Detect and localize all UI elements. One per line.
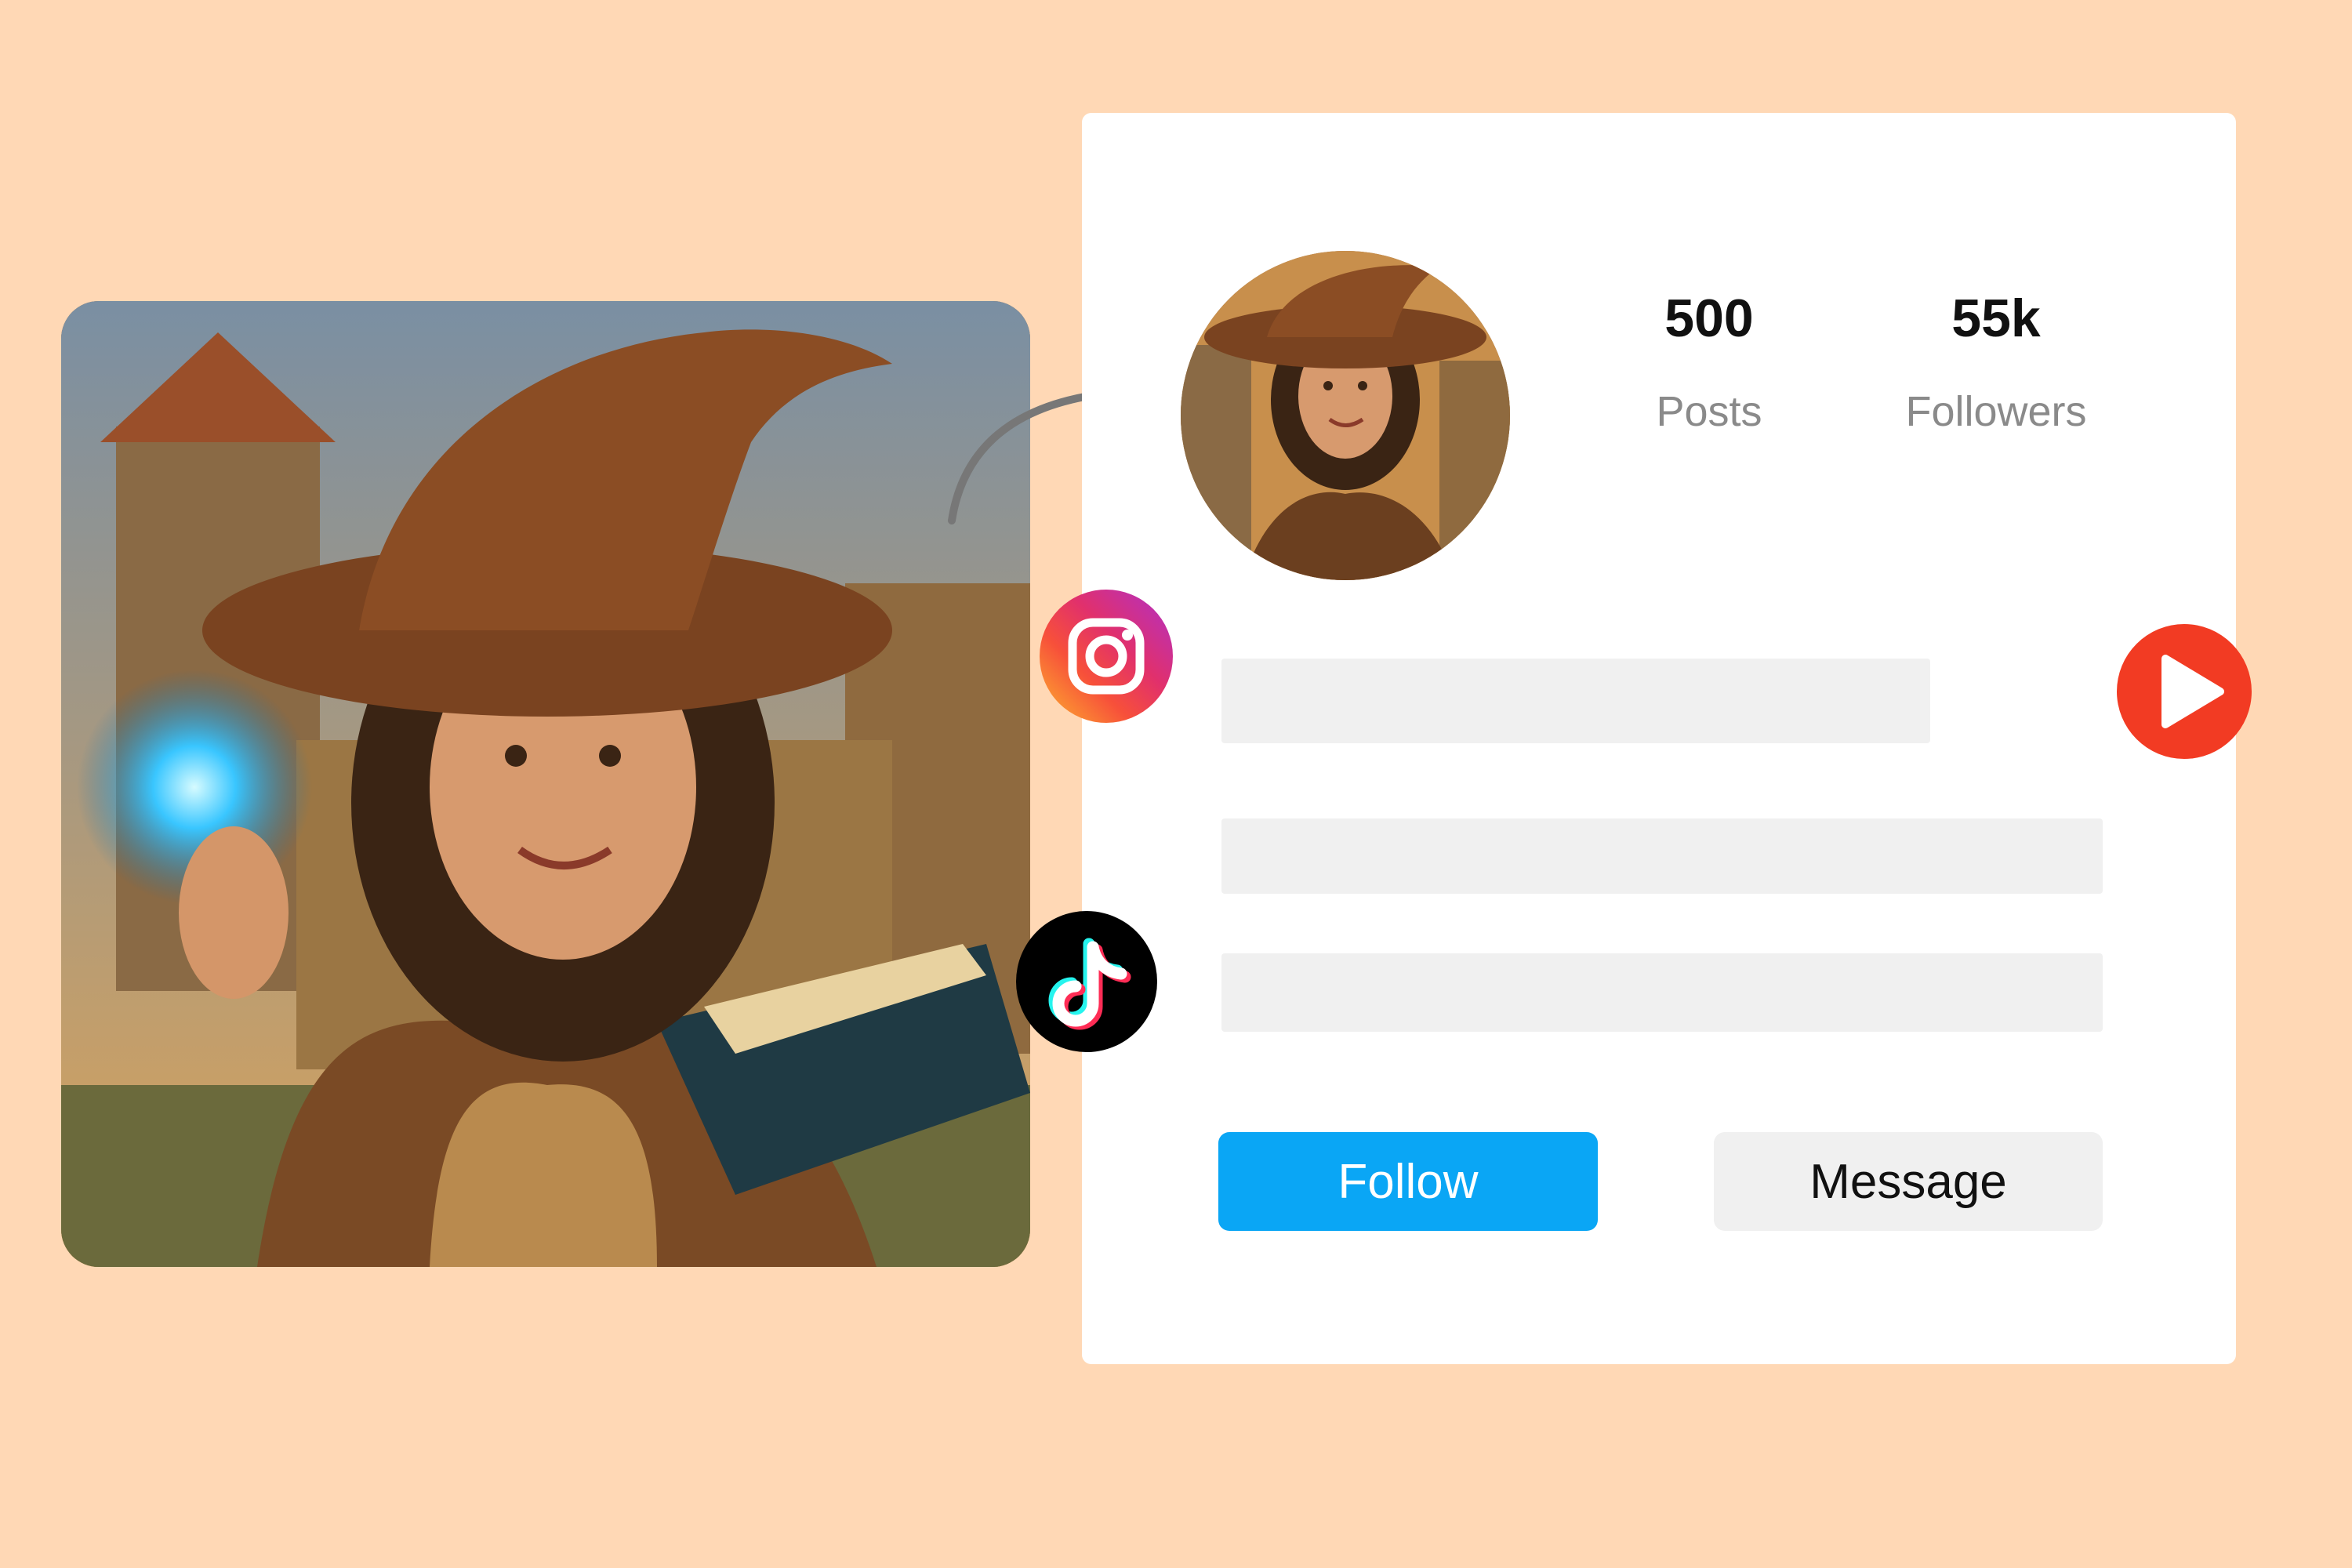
play-icon[interactable] — [2117, 624, 2252, 759]
profile-card: 500 Posts 55k Followers Follow Message — [1082, 113, 2236, 1364]
followers-count: 55k — [1951, 289, 2041, 348]
witch-portrait-image — [61, 301, 1030, 1267]
bio-placeholder-line — [1221, 659, 1930, 743]
bio-placeholder-line — [1221, 953, 2103, 1032]
followers-label: Followers — [1905, 388, 2087, 435]
instagram-icon[interactable] — [1040, 590, 1173, 723]
message-button[interactable]: Message — [1714, 1132, 2103, 1231]
play-triangle — [2161, 655, 2224, 728]
posts-count: 500 — [1664, 289, 1754, 348]
bio-placeholder-line — [1221, 818, 2103, 894]
avatar[interactable] — [1181, 251, 1510, 580]
posts-stat[interactable]: 500 Posts — [1584, 292, 1835, 433]
follow-button[interactable]: Follow — [1218, 1132, 1598, 1231]
posts-label: Posts — [1656, 388, 1762, 435]
tiktok-glyph — [1048, 938, 1131, 1030]
instagram-glyph — [1068, 618, 1145, 695]
tiktok-icon[interactable] — [1016, 911, 1157, 1052]
witch-portrait-illustration — [61, 301, 1030, 1267]
avatar-illustration — [1181, 251, 1510, 580]
followers-stat[interactable]: 55k Followers — [1871, 292, 2122, 433]
